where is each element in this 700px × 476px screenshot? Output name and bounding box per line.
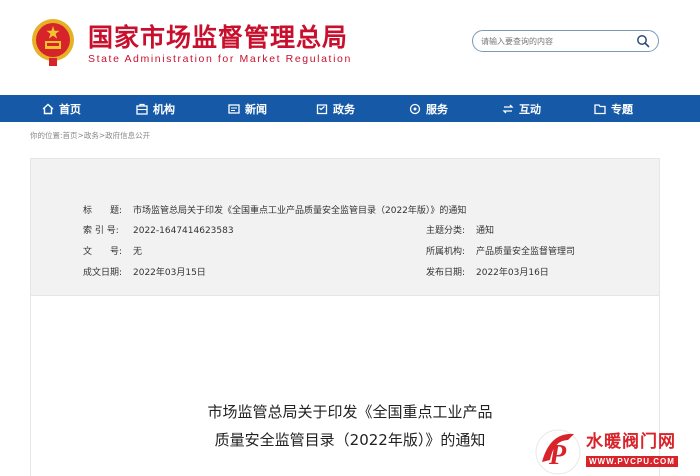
meta-title-row: 标 题: 市场监管总局关于印发《全国重点工业产品质量安全监管目录（2022年版）》… (83, 203, 466, 216)
meta-created-value: 2022年03月15日 (133, 268, 206, 278)
interact-icon (502, 104, 514, 113)
org-icon (136, 103, 148, 115)
site-header: 国家市场监督管理总局 State Administration for Mark… (0, 0, 700, 95)
nav-label: 新闻 (245, 102, 267, 116)
meta-published-row: 发布日期: 2022年03月16日 (426, 265, 549, 278)
nav-item-org[interactable]: 机构 (136, 95, 175, 122)
svg-text:P: P (548, 440, 567, 471)
meta-published-label: 发布日期: (426, 268, 466, 278)
national-emblem-icon[interactable] (30, 17, 76, 67)
nav-item-affairs[interactable]: 政务 (316, 95, 355, 122)
search-box (472, 30, 659, 52)
meta-index-row: 索 引 号: 2022-1647414623583 (83, 223, 234, 236)
meta-org-row: 所属机构: 产品质量安全监督管理司 (426, 244, 575, 257)
watermark-text: 水暖阀门网 (586, 432, 676, 452)
meta-category-value: 通知 (476, 226, 495, 236)
watermark-url: WWW.PVCPU.COM (586, 456, 678, 467)
meta-created-row: 成文日期: 2022年03月15日 (83, 265, 206, 278)
topic-icon (594, 103, 606, 114)
nav-item-topic[interactable]: 专题 (594, 95, 633, 122)
affairs-icon (316, 103, 328, 114)
breadcrumb-item-disclosure[interactable]: 政府信息公开 (105, 131, 150, 140)
breadcrumb-item-home[interactable]: 首页 (63, 131, 78, 140)
meta-category-row: 主题分类: 通知 (426, 223, 494, 236)
nav-item-interact[interactable]: 互动 (502, 95, 541, 122)
meta-docno-value: 无 (133, 247, 143, 257)
meta-title-value: 市场监管总局关于印发《全国重点工业产品质量安全监管目录（2022年版）》的通知 (133, 206, 467, 216)
nav-label: 机构 (153, 102, 175, 116)
breadcrumb-prefix: 你的位置: (30, 131, 63, 140)
service-icon (409, 103, 421, 114)
nav-item-service[interactable]: 服务 (409, 95, 448, 122)
site-title[interactable]: 国家市场监督管理总局 (88, 18, 348, 54)
search-icon[interactable] (636, 34, 650, 48)
meta-category-label: 主题分类: (426, 226, 466, 236)
document-meta-panel: 标 题: 市场监管总局关于印发《全国重点工业产品质量安全监管目录（2022年版）》… (30, 158, 660, 296)
meta-index-value: 2022-1647414623583 (133, 226, 234, 236)
meta-org-label: 所属机构: (426, 247, 466, 257)
breadcrumb-item-affairs[interactable]: 政务 (84, 131, 99, 140)
meta-org-value: 产品质量安全监督管理司 (476, 247, 576, 257)
nav-label: 首页 (59, 102, 81, 116)
meta-title-label: 标 题: (83, 206, 123, 216)
meta-index-label: 索 引 号: (83, 226, 119, 236)
home-icon (42, 103, 54, 114)
meta-published-value: 2022年03月16日 (476, 268, 549, 278)
nav-label: 互动 (519, 102, 541, 116)
nav-item-home[interactable]: 首页 (42, 95, 81, 122)
meta-docno-label: 文 号: (83, 247, 123, 257)
nav-label: 服务 (426, 102, 448, 116)
breadcrumb: 你的位置:首页>政务>政府信息公开 (30, 130, 150, 141)
site-subtitle: State Administration for Market Regulati… (88, 53, 352, 65)
nav-label: 政务 (333, 102, 355, 116)
search-input[interactable] (481, 33, 631, 49)
meta-created-label: 成文日期: (83, 268, 123, 278)
nav-item-news[interactable]: 新闻 (228, 95, 267, 122)
nav-label: 专题 (611, 102, 633, 116)
meta-docno-row: 文 号: 无 (83, 244, 142, 257)
news-icon (228, 103, 240, 114)
main-nav: 首页 机构 新闻 政务 服务 互动 专题 (0, 95, 700, 122)
